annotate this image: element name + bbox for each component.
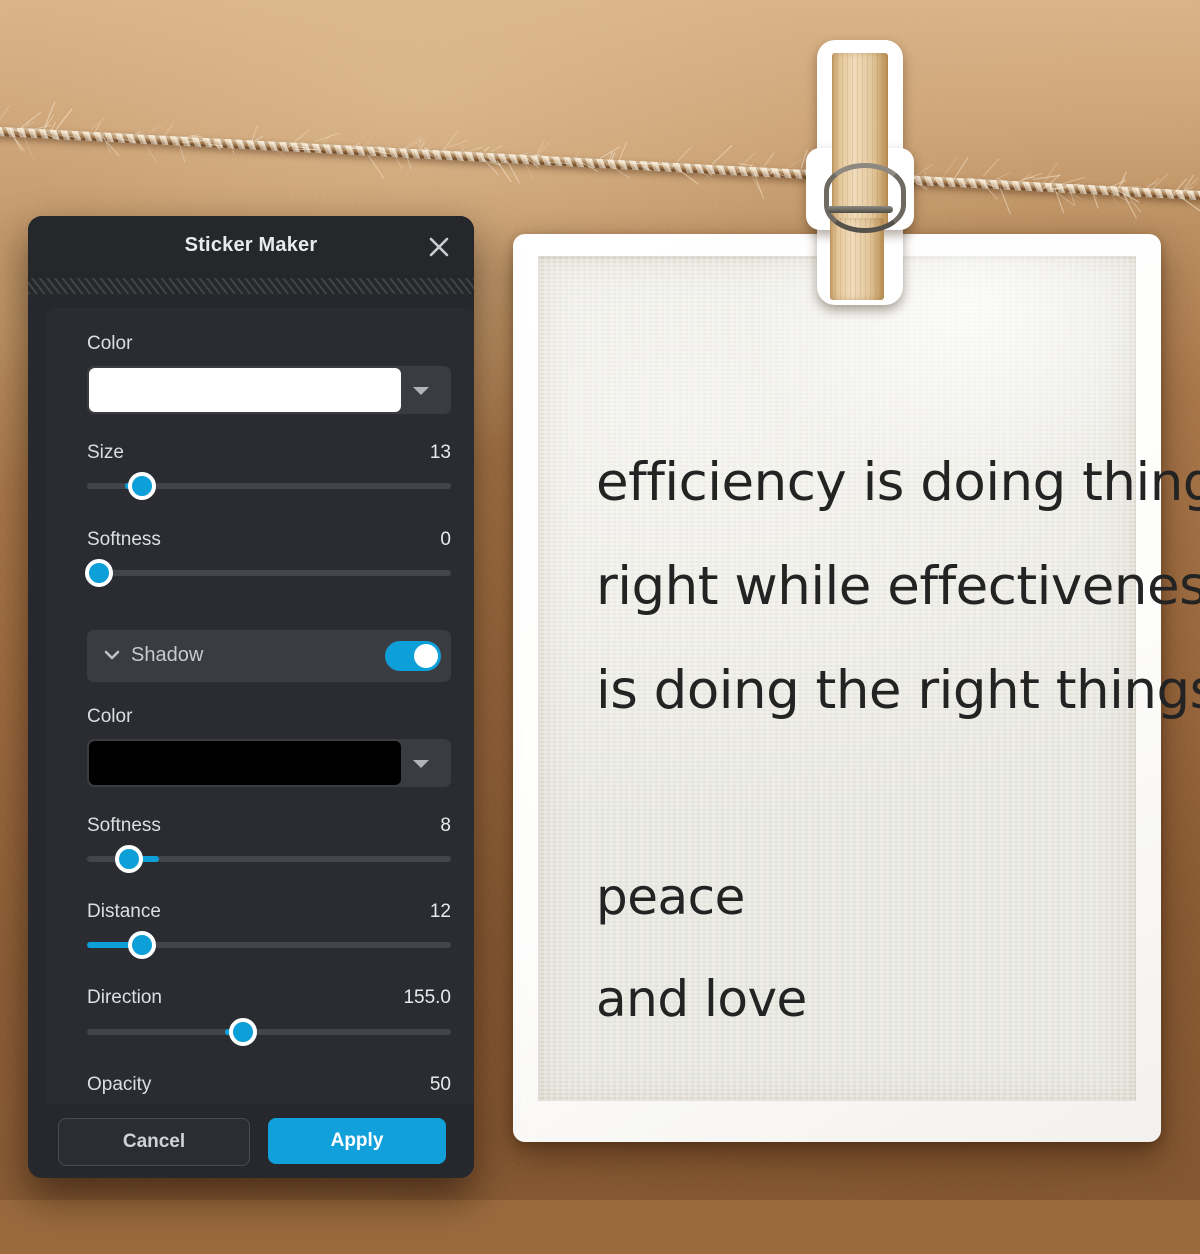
shadow-toggle[interactable] [385,641,441,671]
opacity-label: Opacity [87,1074,152,1095]
shadow-softness-value: 8 [440,815,451,836]
size-label-row: Size 13 [87,442,451,464]
shadow-section-header[interactable]: Shadow [87,630,451,682]
hanging-photo-frame[interactable]: efficiency is doing things right while e… [513,234,1200,1142]
close-icon[interactable] [422,230,456,264]
distance-slider[interactable] [87,931,451,959]
chevron-down-icon[interactable] [103,648,121,667]
twine-rope [0,92,1200,219]
sticker-maker-dialog[interactable]: Sticker Maker Color Size 13 Softness 0 S… [28,216,474,1178]
color-swatch-row[interactable] [87,366,451,414]
softness-slider-track[interactable] [85,559,451,587]
direction-slider-track[interactable] [87,1018,451,1046]
direction-slider[interactable] [87,1018,451,1046]
shadow-toggle-knob [414,644,438,668]
shadow-color-swatch[interactable] [89,741,401,785]
size-value: 13 [429,442,451,463]
direction-slider-thumb[interactable] [229,1018,257,1046]
dialog-titlebar: Sticker Maker [28,216,474,278]
color-picker[interactable] [87,366,451,414]
dialog-content: Color Size 13 Softness 0 Shadow Color So… [47,308,474,1104]
cancel-button[interactable]: Cancel [58,1118,250,1166]
tag-line-2: and love [596,970,807,1028]
distance-value: 12 [429,901,451,922]
quote-line-2: right while effectiveness [596,556,1200,617]
direction-label: Direction [87,987,162,1008]
shadow-softness-slider-track[interactable] [87,845,451,873]
distance-label: Distance [87,901,161,922]
shadow-color-label: Color [87,706,133,727]
distance-slider-thumb[interactable] [128,931,156,959]
softness-label-row: Softness 0 [87,529,451,551]
shadow-color-picker[interactable] [87,739,451,787]
dialog-footer: Cancel Apply [28,1104,474,1178]
opacity-value: 50 [429,1074,451,1095]
size-slider[interactable] [87,472,451,500]
opacity-label-row: Opacity 50 [87,1074,451,1096]
direction-label-row: Direction 155.0 [87,987,451,1009]
color-label: Color [87,333,133,354]
softness-label: Softness [87,529,161,550]
color-swatch[interactable] [89,368,401,412]
apply-button[interactable]: Apply [268,1118,446,1164]
softness-slider-thumb[interactable] [85,559,113,587]
shadow-softness-slider-thumb[interactable] [115,845,143,873]
dialog-hatch-separator [28,278,474,294]
shadow-color-swatch-row[interactable] [87,739,451,787]
clothespin[interactable] [800,40,920,345]
dialog-title: Sticker Maker [184,234,318,256]
color-label-row: Color [87,333,451,355]
distance-slider-track[interactable] [87,931,451,959]
chevron-down-icon[interactable] [413,760,429,768]
size-slider-thumb[interactable] [128,472,156,500]
distance-label-row: Distance 12 [87,901,451,923]
shadow-softness-label-row: Softness 8 [87,815,451,837]
quote-line-3: is doing the right things [596,660,1200,721]
softness-value: 0 [440,529,451,550]
direction-value: 155.0 [403,987,451,1008]
size-label: Size [87,442,124,463]
shadow-label: Shadow [131,644,204,666]
tag-line-1: peace [596,868,745,926]
shadow-softness-label: Softness [87,815,161,836]
quote-line-1: efficiency is doing things [596,452,1200,513]
size-slider-track[interactable] [87,472,451,500]
chevron-down-icon[interactable] [413,387,429,395]
softness-slider[interactable] [85,559,451,587]
shadow-color-label-row: Color [87,706,451,728]
clothespin-spring [824,163,906,233]
photo-paper: efficiency is doing things right while e… [538,256,1200,1101]
shadow-softness-slider[interactable] [87,845,451,873]
clothespin-spring-bar [827,206,893,213]
